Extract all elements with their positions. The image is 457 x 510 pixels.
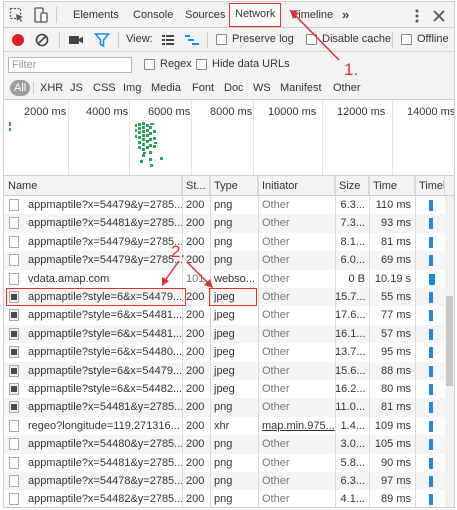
annotation-arrows xyxy=(162,9,340,288)
annotation-label-2: 2. xyxy=(171,242,186,261)
annotation-label-1: 1. xyxy=(344,60,359,79)
devtools-window: Elements Console Sources Network Timelin… xyxy=(3,1,455,508)
